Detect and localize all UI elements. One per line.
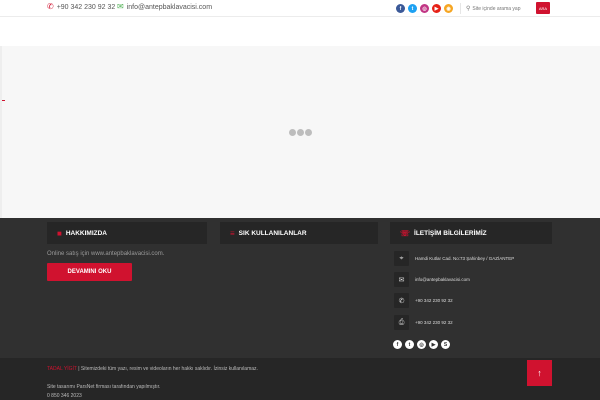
rss-icon[interactable]: ◉ — [444, 4, 453, 13]
design-credit: Site tasarımı ParsNet firması tarafından… — [47, 384, 161, 390]
top-bar: ✆ +90 342 230 92 32 ✉ info@antepbaklavac… — [0, 0, 600, 17]
phone-text: +90 342 230 92 32 — [415, 298, 453, 303]
copyright-line: TADAL YİGİT | Sitemizdeki tüm yazı, resi… — [47, 366, 258, 372]
search-input[interactable] — [472, 5, 531, 12]
contact-heading: ☏ İLETİŞİM BİLGİLERİMİZ — [390, 222, 552, 244]
search-box: ⚲ — [466, 3, 531, 14]
copyright-text: | Sitemizdeki tüm yazı, resim ve videola… — [76, 366, 258, 372]
facebook-icon[interactable]: f — [393, 340, 402, 349]
about-heading: ■ HAKKIMIZDA — [47, 222, 207, 244]
fax-text: +90 342 230 92 32 — [415, 320, 453, 325]
search-icon: ⚲ — [466, 6, 471, 12]
loading-dot — [305, 129, 312, 136]
brand-link[interactable]: TADAL YİGİT — [47, 366, 77, 372]
contact-email[interactable]: ✉ info@antepbaklavacisi.com — [394, 272, 470, 287]
youtube-icon[interactable]: ▶ — [432, 4, 441, 13]
list-icon: ≡ — [230, 228, 235, 238]
contact-fax: ⎙ +90 342 230 92 32 — [394, 315, 453, 330]
address-text: Hamdi Kutlar Cad. No:73 Şahinbey / GAZİA… — [415, 256, 515, 261]
top-phone[interactable]: ✆ +90 342 230 92 32 — [47, 3, 115, 11]
envelope-icon: ✉ — [394, 272, 409, 287]
phone-icon: ✆ — [47, 2, 54, 11]
contact-phone[interactable]: ✆ +90 342 230 92 32 — [394, 293, 453, 308]
about-title: HAKKIMIZDA — [65, 229, 108, 237]
top-email-text: info@antepbaklavacisi.com — [126, 3, 213, 11]
slider-edge-marker — [2, 100, 5, 101]
read-more-button[interactable]: DEVAMINI OKU — [47, 263, 132, 281]
facebook-icon[interactable]: f — [396, 4, 405, 13]
contact-title: İLETİŞİM BİLGİLERİMİZ — [414, 229, 487, 237]
phone-icon: ✆ — [394, 293, 409, 308]
printer-icon: ⎙ — [394, 315, 409, 330]
contact-address: ⌖ Hamdi Kutlar Cad. No:73 Şahinbey / GAZ… — [394, 251, 514, 266]
bottom-phone: 0 850 346 2023 — [47, 393, 82, 399]
footer: ■ HAKKIMIZDA ≡ SIK KULLANILANLAR ☏ İLETİ… — [0, 218, 600, 358]
mail-icon: ✉ — [117, 2, 124, 11]
twitter-icon[interactable]: t — [408, 4, 417, 13]
links-heading: ≡ SIK KULLANILANLAR — [220, 222, 378, 244]
loading-dot — [297, 129, 304, 136]
twitter-icon[interactable]: t — [405, 340, 414, 349]
info-icon: ■ — [57, 228, 62, 238]
scroll-to-top-button[interactable]: ↑ — [527, 360, 552, 386]
hero-slider — [0, 46, 600, 218]
links-title: SIK KULLANILANLAR — [238, 229, 307, 237]
top-phone-text: +90 342 230 92 32 — [56, 3, 116, 11]
arrow-up-icon: ↑ — [537, 368, 542, 378]
top-divider — [460, 3, 461, 14]
youtube-icon[interactable]: ▶ — [429, 340, 438, 349]
loading-dot — [289, 129, 296, 136]
footer-social-links: f t ◎ ▶ S — [393, 340, 450, 349]
location-pin-icon: ⌖ — [394, 251, 409, 266]
skype-icon[interactable]: S — [441, 340, 450, 349]
instagram-icon[interactable]: ◎ — [420, 4, 429, 13]
bottom-bar: TADAL YİGİT | Sitemizdeki tüm yazı, resi… — [0, 358, 600, 400]
loading-indicator — [289, 129, 312, 136]
search-button[interactable]: ARA — [536, 2, 550, 14]
top-email[interactable]: ✉ info@antepbaklavacisi.com — [117, 3, 212, 11]
contact-icon: ☏ — [400, 228, 411, 238]
about-text: Online satış için www.antepbaklavacisi.c… — [47, 251, 165, 257]
instagram-icon[interactable]: ◎ — [417, 340, 426, 349]
top-social-links: f t ◎ ▶ ◉ — [396, 4, 453, 13]
email-text: info@antepbaklavacisi.com — [415, 277, 470, 282]
